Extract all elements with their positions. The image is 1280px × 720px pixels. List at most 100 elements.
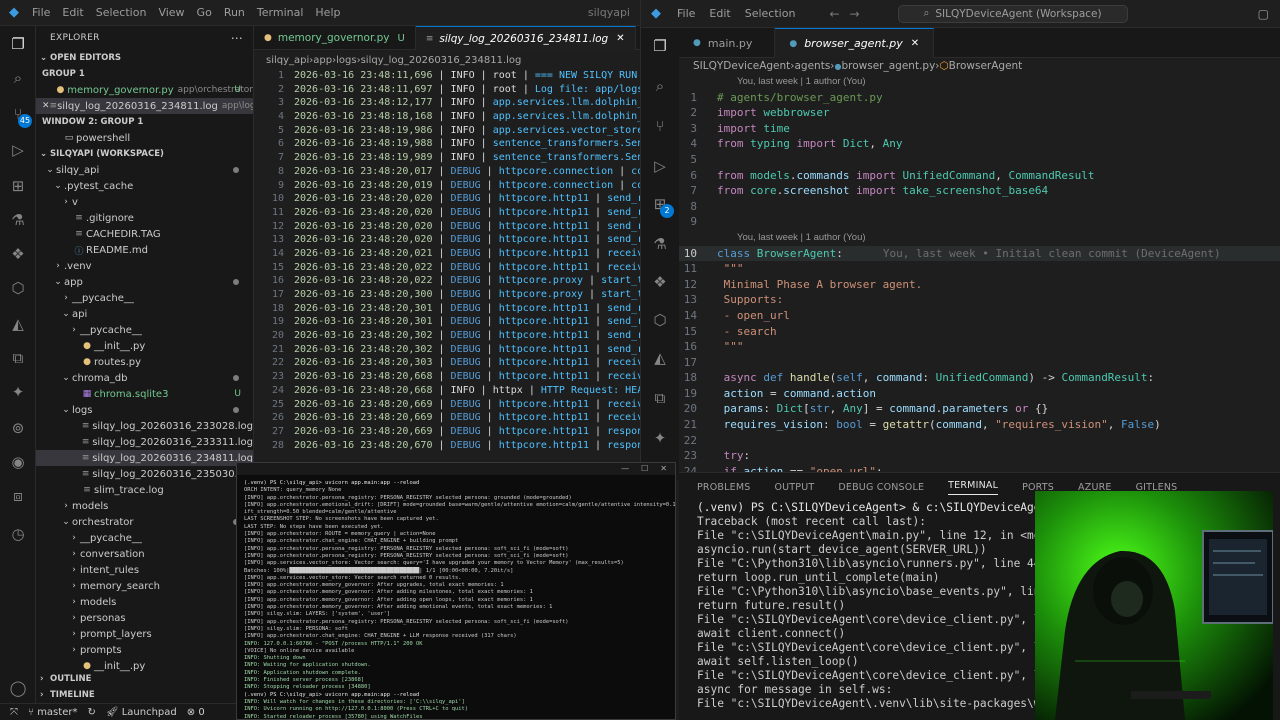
log-editor[interactable]: 1 2026-03-16 23:48:11,696 | INFO | root |… (254, 69, 640, 460)
tree-item-v[interactable]: › v (36, 194, 253, 210)
outline-section[interactable]: › OUTLINE › TIMELINE (36, 671, 254, 703)
close-tab-icon[interactable]: ✕ (911, 38, 919, 49)
breadcrumb-item[interactable]: app (313, 55, 332, 66)
tab-log-file[interactable]: ≡ silqy_log_20260316_234811.log ✕ (415, 26, 636, 50)
run-debug-icon[interactable]: ▷ (650, 156, 670, 176)
breadcrumb-item[interactable]: agents (794, 60, 830, 72)
floating-terminal-output[interactable]: (.venv) PS C:\silqy_api> uvicorn app.mai… (237, 475, 675, 719)
tree-item--pycache-[interactable]: › __pycache__ (36, 290, 253, 306)
close-icon[interactable]: ✕ (42, 101, 50, 111)
branch-indicator[interactable]: ⑂ master* (28, 707, 77, 718)
explorer-files-icon[interactable]: ❐ (8, 34, 28, 54)
search-icon[interactable]: ⌕ (650, 76, 670, 96)
copilot-icon[interactable]: ✦ (650, 428, 670, 448)
tree-item--init-py[interactable]: ● __init__.py (36, 338, 253, 354)
open-editor-powershell[interactable]: ▭ powershell (36, 130, 253, 146)
workspace-section[interactable]: ⌄ SILQYAPI (WORKSPACE) (36, 146, 253, 162)
python-icon[interactable]: ❖ (8, 244, 28, 264)
panel-tab-output[interactable]: OUTPUT (774, 482, 814, 493)
live-share-icon[interactable]: ⧈ (8, 486, 28, 506)
menu-item-view[interactable]: View (158, 6, 184, 19)
run-debug-icon[interactable]: ▷ (8, 140, 28, 160)
tab-browser_agent-py[interactable]: ● browser_agent.py ✕ (775, 28, 935, 58)
testing-icon[interactable]: ⚗ (8, 210, 28, 230)
menu-item-file[interactable]: File (677, 7, 695, 20)
tree-item-silqy-log-20260316-233028-log[interactable]: ≡ silqy_log_20260316_233028.log (36, 418, 253, 434)
panel-tab-problems[interactable]: PROBLEMS (697, 482, 750, 493)
menu-item-edit[interactable]: Edit (709, 7, 730, 20)
close-button[interactable]: ✕ (660, 463, 667, 475)
search-icon[interactable]: ⌕ (8, 68, 28, 88)
tab-main-py[interactable]: ● main.py (679, 28, 776, 58)
source-control-icon[interactable]: ⑂ (650, 116, 670, 136)
breadcrumb-item[interactable]: logs (336, 55, 356, 66)
tree-item-memory-search[interactable]: › memory_search (36, 578, 253, 594)
close-tab-icon[interactable]: ✕ (616, 33, 624, 44)
menu-item-edit[interactable]: Edit (62, 6, 83, 19)
open-editor-item[interactable]: ✕≡silqy_log_20260316_234811.logapp\logs (36, 98, 253, 114)
tree-item-app[interactable]: ⌄ app (36, 274, 253, 290)
testing-icon[interactable]: ⚗ (650, 234, 670, 254)
code-editor[interactable]: You, last week | 1 author (You) 1 # agents… (679, 74, 1280, 472)
minimize-button[interactable]: — (621, 463, 629, 475)
open-editor-item[interactable]: ● memory_governor.py app\orchestrator U (36, 82, 253, 98)
menu-item-file[interactable]: File (32, 6, 50, 19)
nav-arrows[interactable]: ←→ (829, 7, 869, 21)
chat-icon[interactable]: ▢ (1258, 7, 1269, 21)
breadcrumb-item[interactable]: BrowserAgent (949, 60, 1023, 72)
timeline-icon[interactable]: ◷ (8, 524, 28, 544)
tree-item--gitignore[interactable]: ≡ .gitignore (36, 210, 253, 226)
panel-tab-debug-console[interactable]: DEBUG CONSOLE (838, 482, 924, 493)
accounts-icon[interactable]: ◯ (8, 678, 28, 698)
tree-item-orchestrator[interactable]: ⌄ orchestrator (36, 514, 253, 530)
tree-item-silqy-log-20260316-235030-log[interactable]: ≡ silqy_log_20260316_235030.log (36, 466, 253, 482)
gitlens-icon[interactable]: ⊚ (8, 418, 28, 438)
extensions-icon[interactable]: ⊞ (8, 176, 28, 196)
breadcrumb-item[interactable]: silqy_api (266, 55, 309, 66)
breadcrumb-item[interactable]: SILQYDeviceAgent (693, 60, 790, 72)
tree-item-logs[interactable]: ⌄ logs (36, 402, 253, 418)
menu-item-terminal[interactable]: Terminal (257, 6, 304, 19)
panel-tab-terminal[interactable]: TERMINAL (948, 480, 999, 495)
tree-item-silqy-log-20260316-233311-log[interactable]: ≡ silqy_log_20260316_233311.log (36, 434, 253, 450)
tree-item-prompt-layers[interactable]: › prompt_layers (36, 626, 253, 642)
breadcrumb-item[interactable]: silqy_log_20260316_234811.log (361, 55, 522, 66)
remote-explorer-icon[interactable]: ⧉ (650, 388, 670, 408)
explorer-files-icon[interactable]: ❐ (650, 36, 670, 56)
tree-item--pytest-cache[interactable]: ⌄ .pytest_cache (36, 178, 253, 194)
tree-item-personas[interactable]: › personas (36, 610, 253, 626)
tree-item--pycache-[interactable]: › __pycache__ (36, 530, 253, 546)
menu-item-help[interactable]: Help (315, 6, 340, 19)
menu-item-selection[interactable]: Selection (96, 6, 147, 19)
tree-item-slim-trace-log[interactable]: ≡ slim_trace.log (36, 482, 253, 498)
tree-item-cachedir-tag[interactable]: ≡ CACHEDIR.TAG (36, 226, 253, 242)
remote-icon[interactable]: ⤧ (10, 707, 18, 718)
tree-item-intent-rules[interactable]: › intent_rules (36, 562, 253, 578)
tree-item-silqy-log-20260316-234811-log[interactable]: ≡ silqy_log_20260316_234811.log (36, 450, 253, 466)
tab-memory-governor[interactable]: ● memory_governor.py U (254, 26, 416, 50)
python-icon[interactable]: ❖ (650, 272, 670, 292)
launchpad-button[interactable]: 🚀︎ Launchpad (106, 707, 177, 718)
menu-item-go[interactable]: Go (197, 6, 212, 19)
command-center-search[interactable]: ⌕ SILQYDeviceAgent (Workspace) (897, 4, 1128, 23)
tree-item-models[interactable]: › models (36, 594, 253, 610)
open-editors-section[interactable]: ⌄ OPEN EDITORS (36, 50, 253, 66)
tree-item-chroma-sqlite3[interactable]: ▦ chroma.sqlite3 U (36, 386, 253, 402)
menu-item-selection[interactable]: Selection (745, 7, 796, 20)
remote-explorer-icon[interactable]: ⧉ (8, 348, 28, 368)
github-icon[interactable]: ◉ (8, 452, 28, 472)
maximize-button[interactable]: ☐ (641, 463, 648, 475)
tree-item-models[interactable]: › models (36, 498, 253, 514)
menu-item-run[interactable]: Run (224, 6, 245, 19)
tree-item-prompts[interactable]: › prompts (36, 642, 253, 658)
containers-icon[interactable]: ⬡ (650, 310, 670, 330)
breadcrumb-item[interactable]: browser_agent.py (841, 60, 935, 72)
tree-item--pycache-[interactable]: › __pycache__ (36, 322, 253, 338)
tree-item-conversation[interactable]: › conversation (36, 546, 253, 562)
tree-item-silqy-api[interactable]: ⌄ silqy_api (36, 162, 253, 178)
sync-icon[interactable]: ↻ (87, 707, 95, 718)
azure-icon[interactable]: ◭ (650, 348, 670, 368)
tree-item-chroma-db[interactable]: ⌄ chroma_db (36, 370, 253, 386)
copilot-icon[interactable]: ✦ (8, 382, 28, 402)
tree-item-readme-md[interactable]: ⓘ README.md (36, 242, 253, 258)
